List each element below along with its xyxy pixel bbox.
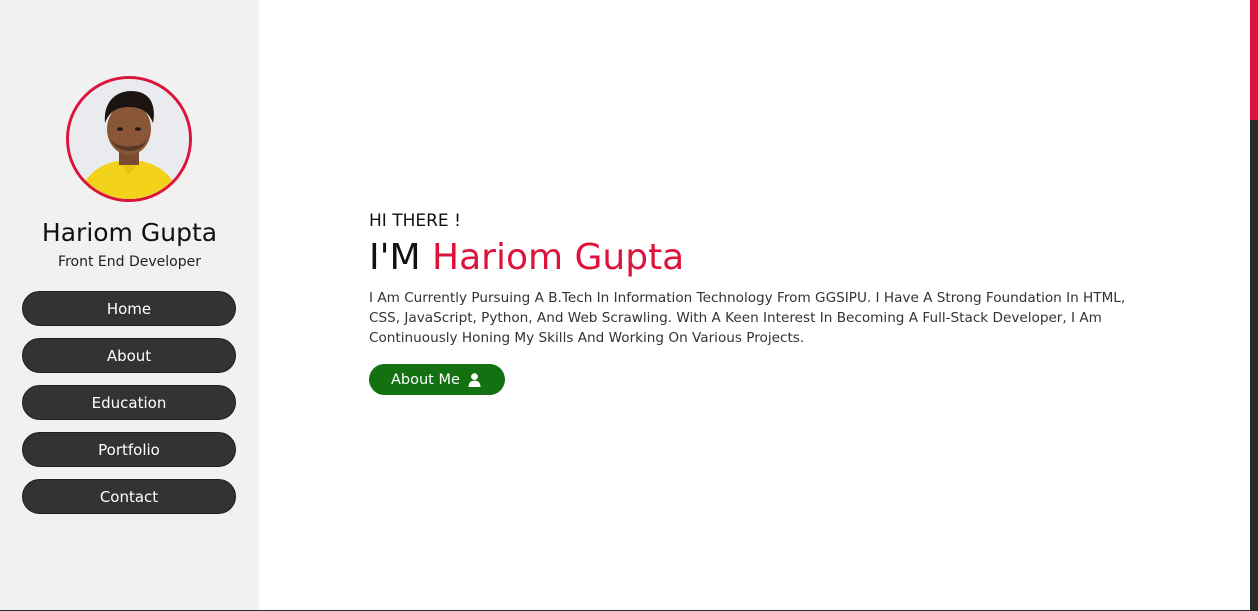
profile-photo [69, 79, 189, 199]
about-me-label: About Me [391, 371, 460, 388]
user-icon [468, 372, 481, 387]
scrollbar-thumb[interactable] [1250, 0, 1258, 120]
profile-role: Front End Developer [58, 254, 201, 270]
hero-section: HI THERE ! I'M Hariom Gupta I Am Current… [369, 210, 1149, 395]
avatar [66, 76, 192, 202]
hero-greeting: HI THERE ! [369, 211, 461, 231]
profile-name: Hariom Gupta [41, 218, 218, 247]
nav-education-button[interactable]: Education [22, 385, 236, 420]
nav-about-button[interactable]: About [22, 338, 236, 373]
about-me-button[interactable]: About Me [369, 364, 505, 395]
sidebar-nav: Home About Education Portfolio Contact [22, 291, 236, 526]
nav-home-button[interactable]: Home [22, 291, 236, 326]
hero-headline: I'M Hariom Gupta [369, 236, 1149, 280]
nav-contact-button[interactable]: Contact [22, 479, 236, 514]
nav-portfolio-button[interactable]: Portfolio [22, 432, 236, 467]
sidebar: Hariom Gupta Front End Developer Home Ab… [0, 0, 259, 611]
hero-name: Hariom Gupta [432, 237, 685, 278]
page-scrollbar[interactable] [1250, 0, 1258, 611]
page: Hariom Gupta Front End Developer Home Ab… [0, 0, 1258, 611]
hero-prefix: I'M [369, 237, 421, 278]
hero-bio: I Am Currently Pursuing A B.Tech In Info… [369, 290, 1126, 346]
